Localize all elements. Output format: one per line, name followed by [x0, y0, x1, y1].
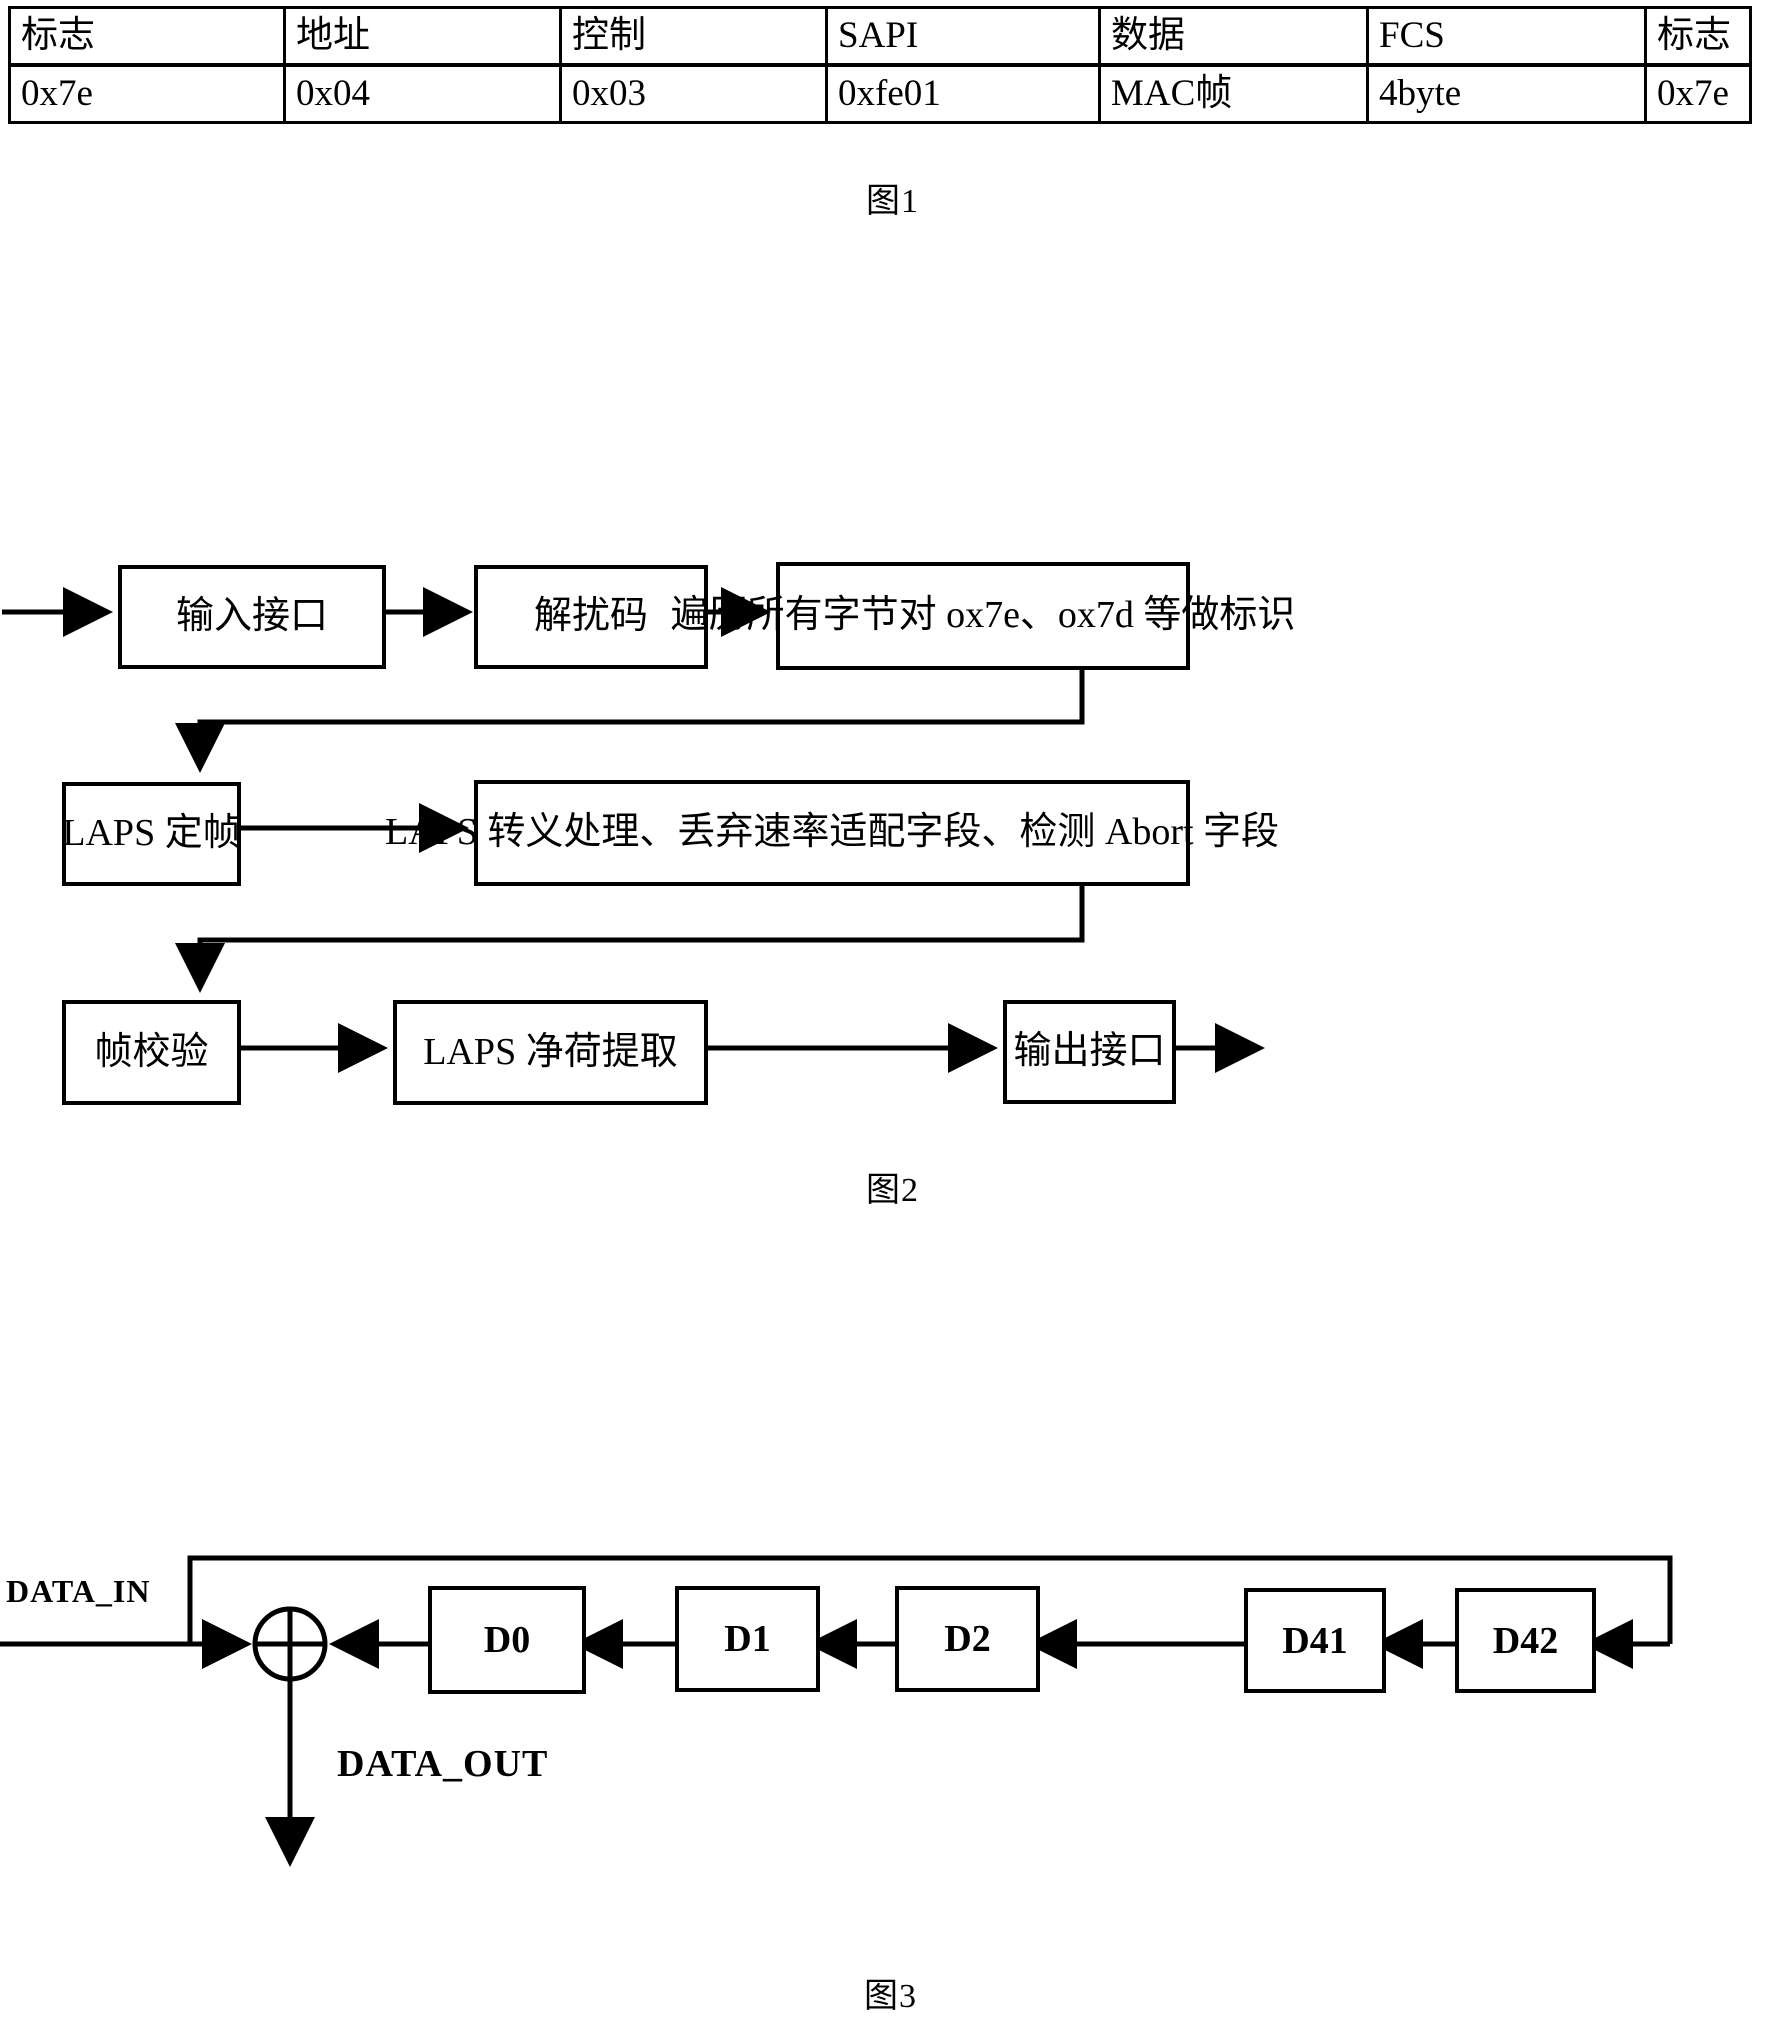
shift-register-d0[interactable]: D0 [428, 1586, 586, 1694]
shift-register-wires [0, 1555, 1673, 1867]
data-out-label: DATA_OUT [337, 1743, 549, 1785]
shift-register-label: D42 [1492, 1619, 1559, 1662]
shift-register-d1[interactable]: D1 [675, 1586, 820, 1692]
shift-register-label: D1 [724, 1618, 771, 1660]
shift-register-label: D2 [944, 1618, 991, 1660]
shift-register-label: D0 [483, 1619, 531, 1661]
shift-register-d41[interactable]: D41 [1244, 1588, 1386, 1693]
shift-register-d2[interactable]: D2 [895, 1586, 1040, 1692]
shift-register-label: D41 [1282, 1619, 1348, 1662]
shift-register-d42[interactable]: D42 [1455, 1588, 1596, 1693]
figure-3-caption: 图3 [864, 1978, 917, 2015]
data-in-label: DATA_IN [6, 1573, 151, 1609]
